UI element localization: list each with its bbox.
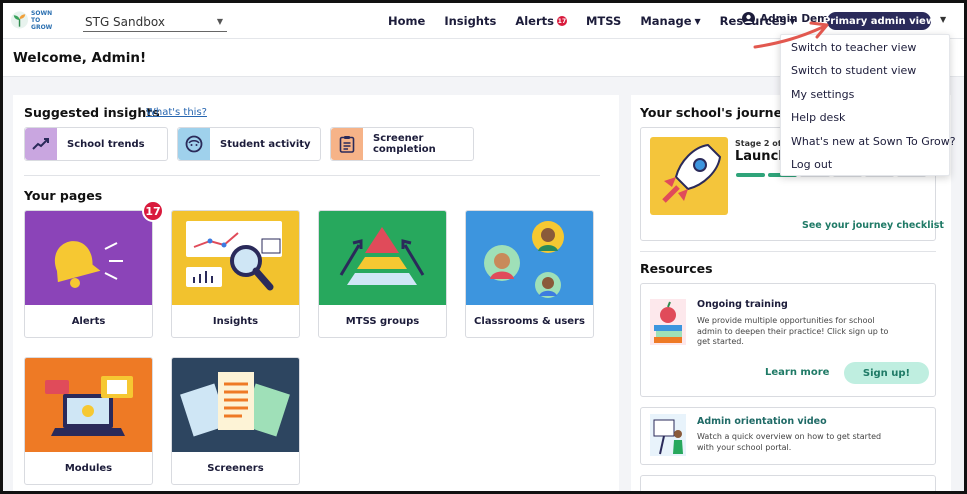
your-pages-title: Your pages [24,188,103,203]
nav-manage-label: Manage [640,14,692,28]
organization-select[interactable]: STG Sandbox ▼ [83,12,227,32]
presenter-illustration-icon [650,414,686,456]
app-frame: SOWN TO GROW STG Sandbox ▼ Home Insights… [0,0,967,494]
page-card-insights-label: Insights [212,315,259,327]
annotation-arrow-icon [753,21,829,49]
trend-up-icon [25,128,57,160]
page-card-classrooms-users-label: Classrooms & users [474,315,585,327]
documents-illustration-icon [172,358,299,452]
insight-screener-completion[interactable]: Screener completion [330,127,474,161]
nav-insights[interactable]: Insights [444,14,496,28]
sign-up-label: Sign up! [862,367,911,379]
organization-select-value: STG Sandbox [85,14,165,29]
journey-title: Your school's journey [640,105,791,120]
insight-screener-completion-label-line-2: completion [373,144,436,155]
whats-this-link[interactable]: What's this? [146,107,207,118]
nav-mtss[interactable]: MTSS [586,14,621,28]
pyramid-illustration-icon [319,211,446,305]
logo-line-1: SOWN [31,9,53,17]
page-card-mtss-groups-label: MTSS groups [345,315,420,327]
page-card-classrooms-users[interactable]: Classrooms & users [465,210,594,338]
page-card-modules[interactable]: Modules [24,357,153,485]
caret-down-icon: ▼ [694,16,701,26]
insight-school-trends-label: School trends [67,138,145,150]
resource-title: Ongoing training [697,299,788,310]
bell-illustration-icon [25,211,152,305]
nav-alerts[interactable]: Alerts 17 [515,14,567,28]
caret-down-icon: ▼ [216,17,223,26]
insight-screener-completion-label: Screener completion [373,133,436,155]
insight-student-activity[interactable]: Student activity [177,127,321,161]
nav-mtss-label: MTSS [585,14,622,28]
journey-stage: Stage 2 of [735,139,782,148]
page-card-alerts[interactable]: Alerts [24,210,153,338]
suggested-insights-title: Suggested insights [24,105,160,120]
page-title: Welcome, Admin! [13,50,147,66]
page-card-modules-label: Modules [64,462,113,474]
learn-more-link[interactable]: Learn more [765,367,829,378]
people-illustration-icon [466,211,593,305]
sprout-logo-icon [10,11,29,29]
page-card-screeners-label: Screeners [207,462,264,474]
insight-screener-completion-label-line-1: Screener [373,133,424,144]
nav-alerts-label: Alerts [515,14,554,28]
menu-item-my-settings[interactable]: My settings [791,88,854,101]
nav-insights-label: Insights [444,14,497,28]
face-icon [178,128,210,160]
chevron-down-icon[interactable]: ▼ [940,15,946,24]
nav-home-label: Home [388,14,426,28]
alerts-count-badge: 17 [142,200,164,222]
resource-description: Watch a quick overview on how to get sta… [697,432,882,452]
sign-up-button[interactable]: Sign up! [844,362,929,384]
resources-title: Resources [640,261,713,276]
section-divider [640,251,936,252]
role-view-dropdown-menu: Switch to teacher view Switch to student… [780,34,956,176]
nav-home[interactable]: Home [388,14,425,28]
resource-description: We provide multiple opportunities for sc… [697,316,889,346]
role-view-label: Primary admin view [822,15,936,27]
progress-step [736,173,766,177]
resource-card-partial [640,475,936,491]
nav-manage[interactable]: Manage ▼ [640,14,700,28]
menu-item-whats-new[interactable]: What's new at Sown To Grow? [791,135,956,148]
nav-alerts-badge: 17 [556,16,567,26]
clipboard-icon [331,128,363,160]
magnifier-chart-illustration-icon [172,211,299,305]
rocket-illustration-icon [650,137,728,215]
page-card-screeners[interactable]: Screeners [171,357,300,485]
logo-text: SOWN TO GROW [31,10,62,31]
menu-item-switch-student-view[interactable]: Switch to student view [791,64,916,77]
page-card-mtss-groups[interactable]: MTSS groups [318,210,447,338]
laptop-illustration-icon [25,358,152,452]
section-divider [24,175,600,176]
sown-to-grow-logo[interactable]: SOWN TO GROW [10,8,62,32]
insight-school-trends[interactable]: School trends [24,127,168,161]
menu-item-log-out[interactable]: Log out [791,158,832,171]
journey-checklist-link[interactable]: See your journey checklist [802,220,944,231]
page-card-alerts-label: Alerts [71,315,106,327]
resource-title[interactable]: Admin orientation video [697,416,827,427]
page-card-insights[interactable]: Insights [171,210,300,338]
menu-item-help-desk[interactable]: Help desk [791,111,845,124]
books-apple-illustration-icon [650,299,686,345]
role-view-button[interactable]: Primary admin view [823,12,935,30]
logo-line-2: TO GROW [31,16,53,31]
insight-student-activity-label: Student activity [220,138,311,150]
